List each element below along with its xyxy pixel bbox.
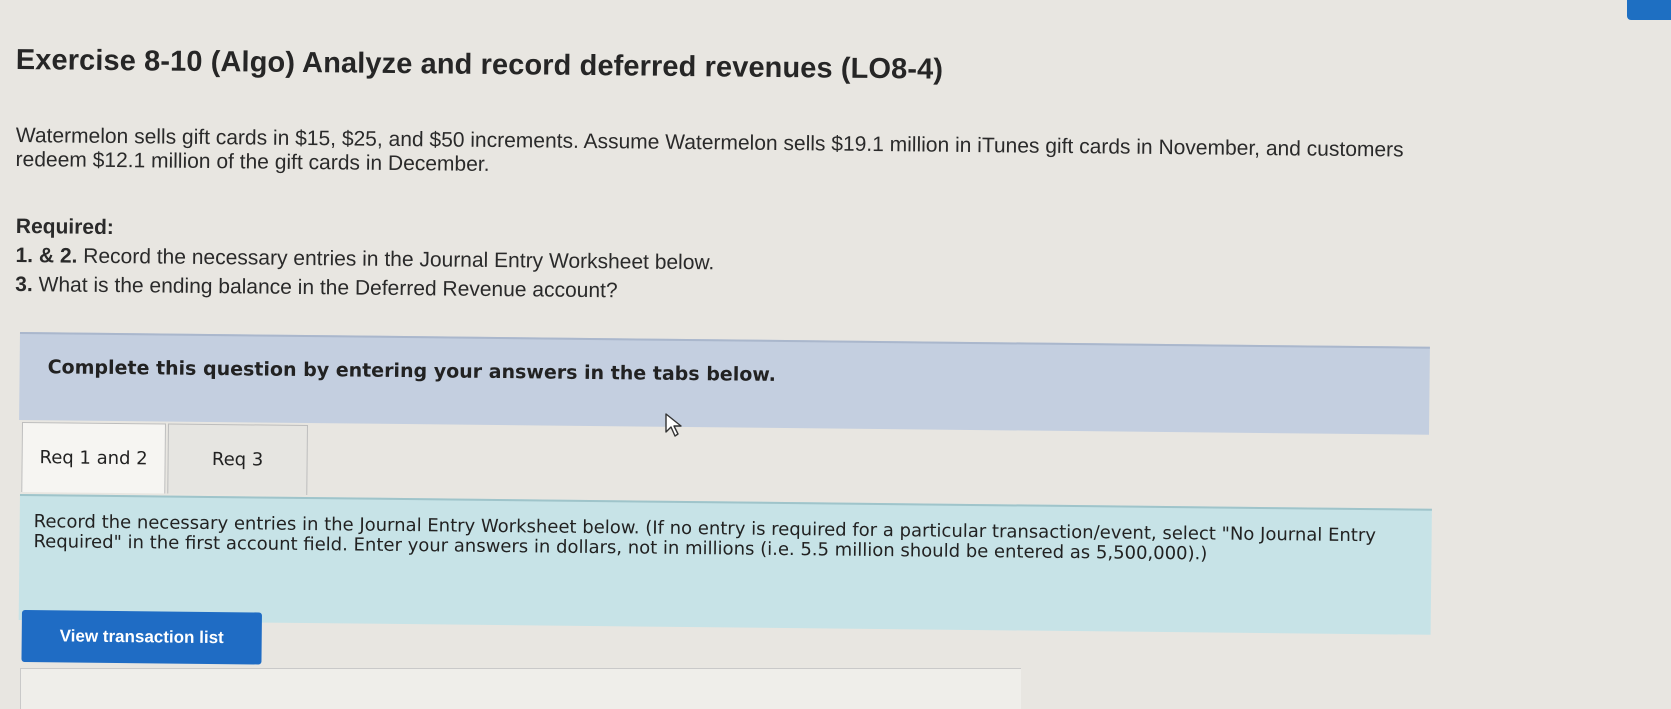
required-item-2-text: What is the ending balance in the Deferr… xyxy=(32,273,618,303)
required-item-1-text: Record the necessary entries in the Jour… xyxy=(77,244,715,275)
worksheet-area xyxy=(20,668,1021,709)
required-item-1-number: 1. & 2. xyxy=(15,243,78,268)
required-item-2: 3. What is the ending balance in the Def… xyxy=(15,270,714,306)
instruction-banner: Complete this question by entering your … xyxy=(19,332,1430,435)
tab-req-3[interactable]: Req 3 xyxy=(167,423,308,495)
instruction-banner-text: Complete this question by entering your … xyxy=(47,356,776,386)
top-corner-button[interactable] xyxy=(1627,0,1671,20)
required-item-2-number: 3. xyxy=(15,272,33,297)
view-transaction-list-button[interactable]: View transaction list xyxy=(21,610,262,665)
page-title: Exercise 8-10 (Algo) Analyze and record … xyxy=(15,44,944,86)
problem-statement: Watermelon sells gift cards in $15, $25,… xyxy=(15,124,1404,176)
tab-req-1-and-2[interactable]: Req 1 and 2 xyxy=(21,422,166,494)
required-section: Required: 1. & 2. Record the necessary e… xyxy=(15,212,715,306)
question-instruction-text: Record the necessary entries in the Jour… xyxy=(33,511,1377,565)
mouse-pointer-icon xyxy=(665,413,682,437)
